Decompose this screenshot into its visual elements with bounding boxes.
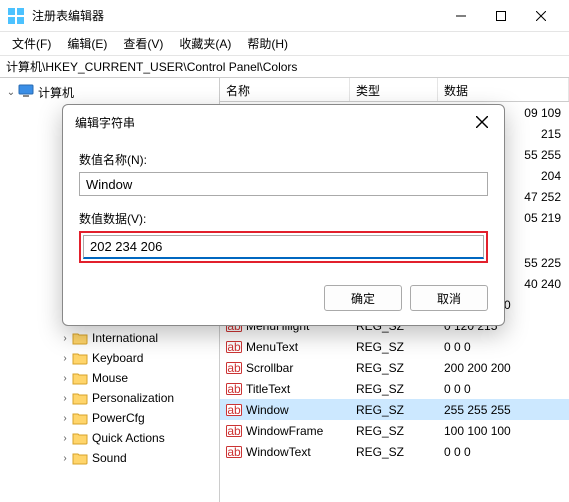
- chevron-right-icon[interactable]: ›: [58, 353, 72, 364]
- string-value-icon: ab: [226, 444, 242, 460]
- string-value-icon: ab: [226, 360, 242, 376]
- cell-type: REG_SZ: [350, 382, 438, 396]
- tree-item[interactable]: › Quick Actions: [56, 428, 167, 448]
- value-name-field[interactable]: [79, 172, 488, 196]
- folder-icon: [72, 331, 88, 345]
- menu-help[interactable]: 帮助(H): [239, 33, 296, 54]
- tree-item-label: PowerCfg: [92, 411, 145, 425]
- list-row[interactable]: ab TitleText REG_SZ0 0 0: [220, 378, 569, 399]
- menubar: 文件(F) 编辑(E) 查看(V) 收藏夹(A) 帮助(H): [0, 32, 569, 56]
- cell-name: WindowFrame: [246, 424, 323, 438]
- cell-name: Scrollbar: [246, 361, 293, 375]
- cell-data: 0 0 0: [438, 445, 569, 459]
- dialog-title-text: 编辑字符串: [75, 114, 472, 131]
- chevron-right-icon[interactable]: ›: [58, 413, 72, 424]
- folder-icon: [72, 451, 88, 465]
- close-button[interactable]: [521, 2, 561, 30]
- cell-type: REG_SZ: [350, 340, 438, 354]
- cell-name: Window: [246, 403, 289, 417]
- cell-data: 100 100 100: [438, 424, 569, 438]
- chevron-right-icon[interactable]: ›: [58, 333, 72, 344]
- tree-item[interactable]: › Sound: [56, 448, 129, 468]
- ok-button[interactable]: 确定: [324, 285, 402, 311]
- tree-item[interactable]: › Keyboard: [56, 348, 145, 368]
- cell-data: 0 0 0: [438, 340, 569, 354]
- svg-text:ab: ab: [227, 403, 241, 417]
- folder-icon: [72, 351, 88, 365]
- svg-text:ab: ab: [227, 361, 241, 375]
- tree-item[interactable]: › Mouse: [56, 368, 130, 388]
- string-value-icon: ab: [226, 339, 242, 355]
- tree-item[interactable]: › International: [56, 328, 160, 348]
- col-name[interactable]: 名称: [220, 78, 350, 101]
- value-data-field[interactable]: [83, 235, 484, 259]
- tree-item[interactable]: › PowerCfg: [56, 408, 147, 428]
- cell-name: MenuText: [246, 340, 298, 354]
- computer-icon: [18, 84, 34, 101]
- string-value-icon: ab: [226, 423, 242, 439]
- svg-text:ab: ab: [227, 382, 241, 396]
- svg-text:ab: ab: [227, 445, 241, 459]
- chevron-right-icon[interactable]: ›: [58, 453, 72, 464]
- cell-type: REG_SZ: [350, 403, 438, 417]
- menu-view[interactable]: 查看(V): [115, 33, 171, 54]
- cell-data: 255 255 255: [438, 403, 569, 417]
- tree-item-label: International: [92, 331, 158, 345]
- titlebar: 注册表编辑器: [0, 0, 569, 32]
- value-data-label: 数值数据(V):: [79, 210, 488, 227]
- folder-icon: [72, 431, 88, 445]
- tree-root[interactable]: ⌄ 计算机: [2, 82, 76, 102]
- dialog-titlebar: 编辑字符串: [63, 105, 504, 139]
- cell-name: WindowText: [246, 445, 311, 459]
- menu-edit[interactable]: 编辑(E): [59, 33, 115, 54]
- highlight-annotation: [79, 231, 488, 263]
- list-header: 名称 类型 数据: [220, 78, 569, 102]
- svg-text:ab: ab: [227, 340, 241, 354]
- cell-name: TitleText: [246, 382, 290, 396]
- address-path: 计算机\HKEY_CURRENT_USER\Control Panel\Colo…: [6, 58, 297, 75]
- address-bar[interactable]: 计算机\HKEY_CURRENT_USER\Control Panel\Colo…: [0, 56, 569, 78]
- menu-favorites[interactable]: 收藏夹(A): [171, 33, 239, 54]
- list-row[interactable]: ab Scrollbar REG_SZ200 200 200: [220, 357, 569, 378]
- chevron-right-icon[interactable]: ›: [58, 393, 72, 404]
- tree-item[interactable]: › Personalization: [56, 388, 176, 408]
- folder-icon: [72, 411, 88, 425]
- value-name-label: 数值名称(N):: [79, 151, 488, 168]
- string-value-icon: ab: [226, 402, 242, 418]
- list-row[interactable]: ab WindowFrame REG_SZ100 100 100: [220, 420, 569, 441]
- col-data[interactable]: 数据: [438, 78, 569, 101]
- tree-item-label: Sound: [92, 451, 127, 465]
- maximize-button[interactable]: [481, 2, 521, 30]
- cell-data: 0 0 0: [438, 382, 569, 396]
- list-row[interactable]: ab Window REG_SZ255 255 255: [220, 399, 569, 420]
- chevron-right-icon[interactable]: ›: [58, 433, 72, 444]
- string-value-icon: ab: [226, 381, 242, 397]
- minimize-button[interactable]: [441, 2, 481, 30]
- tree-item-label: Quick Actions: [92, 431, 165, 445]
- tree-item-label: Personalization: [92, 391, 174, 405]
- chevron-right-icon[interactable]: ›: [58, 373, 72, 384]
- tree-item-label: Mouse: [92, 371, 128, 385]
- tree-root-label: 计算机: [38, 84, 74, 101]
- col-type[interactable]: 类型: [350, 78, 438, 101]
- folder-icon: [72, 371, 88, 385]
- list-row[interactable]: ab WindowText REG_SZ0 0 0: [220, 441, 569, 462]
- dialog-close-button[interactable]: [472, 112, 492, 132]
- chevron-down-icon[interactable]: ⌄: [4, 87, 18, 98]
- cell-type: REG_SZ: [350, 361, 438, 375]
- window-title: 注册表编辑器: [32, 7, 441, 24]
- cell-data: 200 200 200: [438, 361, 569, 375]
- menu-file[interactable]: 文件(F): [4, 33, 59, 54]
- list-row[interactable]: ab MenuText REG_SZ0 0 0: [220, 336, 569, 357]
- cell-type: REG_SZ: [350, 424, 438, 438]
- folder-icon: [72, 391, 88, 405]
- tree-item-label: Keyboard: [92, 351, 143, 365]
- cell-type: REG_SZ: [350, 445, 438, 459]
- edit-string-dialog: 编辑字符串 数值名称(N): 数值数据(V): 确定 取消: [62, 104, 505, 326]
- app-icon: [8, 8, 24, 24]
- cancel-button[interactable]: 取消: [410, 285, 488, 311]
- svg-text:ab: ab: [227, 424, 241, 438]
